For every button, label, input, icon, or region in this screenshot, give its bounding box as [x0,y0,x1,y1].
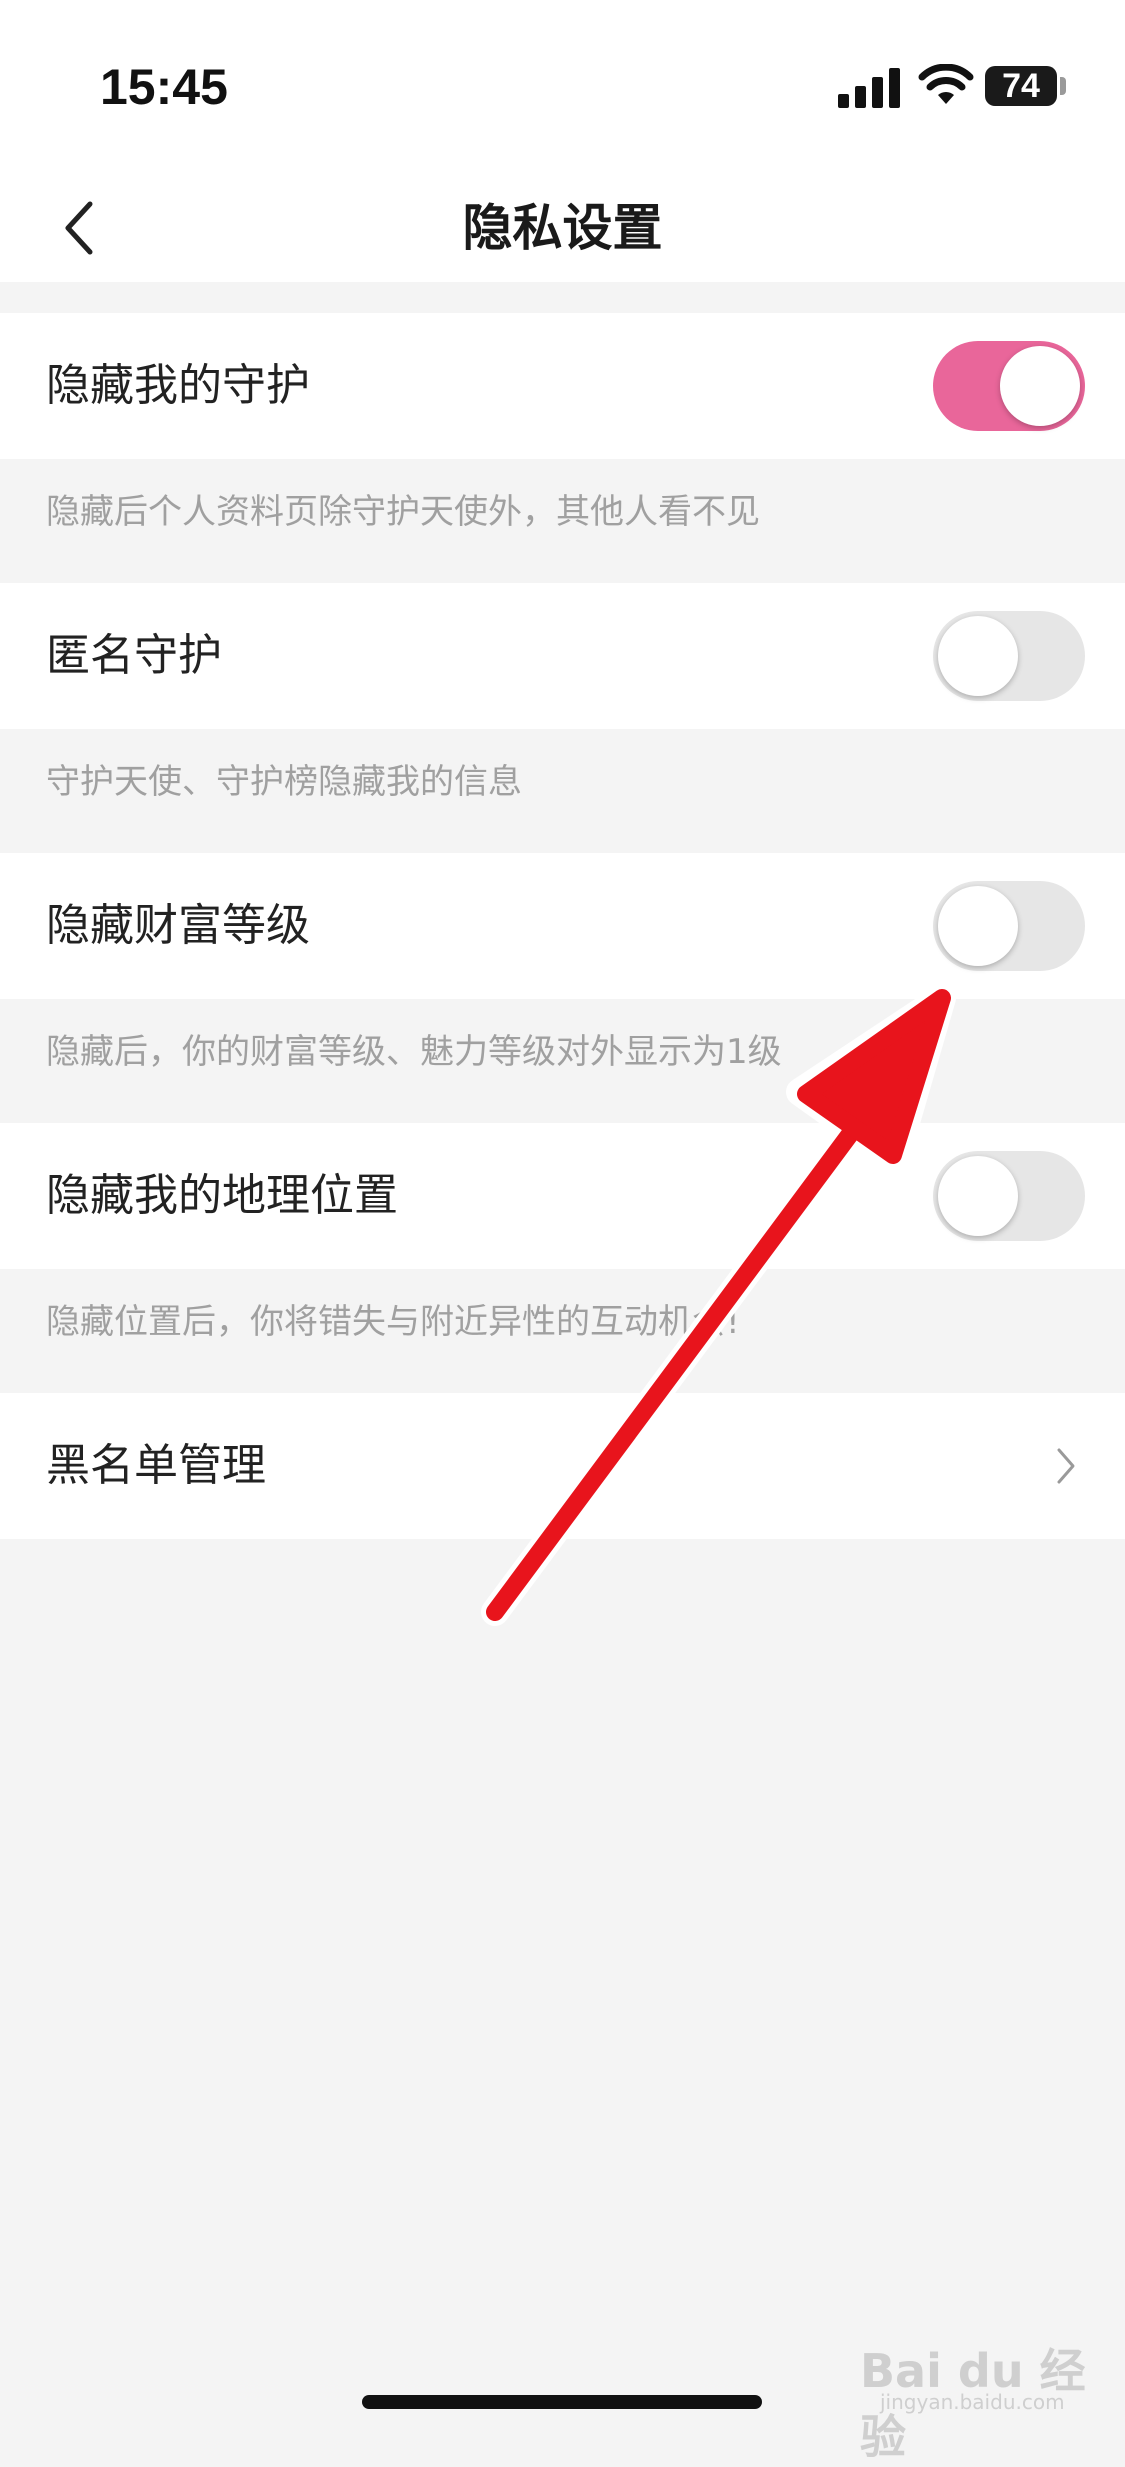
home-indicator [362,2395,762,2409]
baidu-watermark-url: jingyan.baidu.com [880,2390,1065,2414]
annotation-arrow-icon [481,984,956,1626]
